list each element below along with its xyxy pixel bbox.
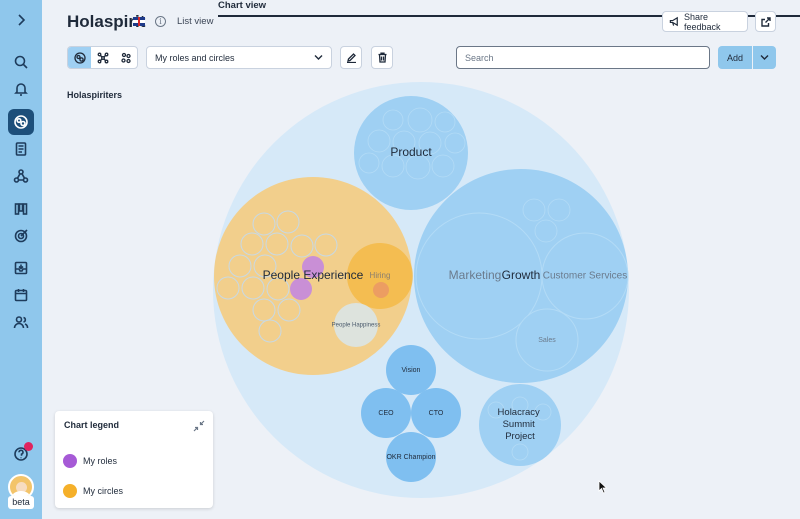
role-vision-label: Vision <box>402 367 421 374</box>
mouse-cursor-icon <box>598 480 608 494</box>
people-icon[interactable] <box>8 309 34 335</box>
legend-item-my-roles: My roles <box>63 454 117 468</box>
role-node[interactable] <box>240 232 264 256</box>
calendar-icon[interactable] <box>8 282 34 308</box>
chart-legend: Chart legend My roles My circles <box>55 411 213 508</box>
legend-item-my-circles: My circles <box>63 484 123 498</box>
target-icon[interactable] <box>8 223 34 249</box>
role-node[interactable] <box>314 233 338 257</box>
circle-hiring-label: Hiring <box>370 271 391 280</box>
info-icon[interactable]: i <box>155 16 166 27</box>
share-feedback-label: Share feedback <box>684 11 721 32</box>
tree-view-button[interactable] <box>91 47 114 68</box>
role-node[interactable] <box>431 154 455 178</box>
filter-dropdown[interactable]: My roles and circles <box>146 46 332 69</box>
chevron-down-icon <box>314 55 323 60</box>
bell-icon[interactable] <box>8 76 34 102</box>
collapse-legend-button[interactable] <box>193 419 205 432</box>
role-node[interactable] <box>434 111 456 133</box>
role-okr-champion-label: OKR Champion <box>386 454 435 461</box>
circle-customer-services-label: Customer Services <box>543 271 627 282</box>
notification-badge <box>24 442 33 451</box>
role-ceo-label: CEO <box>378 410 394 417</box>
role-node[interactable] <box>444 132 466 154</box>
role-node[interactable] <box>511 443 529 461</box>
chart-mode-switcher <box>67 46 138 69</box>
add-dropdown-button[interactable] <box>753 46 776 69</box>
role-node[interactable] <box>367 129 391 153</box>
legend-label: My circles <box>83 486 123 496</box>
edit-icon <box>346 53 356 63</box>
my-circles-swatch <box>63 484 77 498</box>
board-icon[interactable] <box>8 196 34 222</box>
role-node[interactable] <box>276 210 300 234</box>
sidebar: beta <box>0 0 42 519</box>
edit-filter-button[interactable] <box>340 46 362 69</box>
legend-label: My roles <box>83 456 118 466</box>
my-role-node[interactable] <box>373 282 389 298</box>
role-node[interactable] <box>534 219 558 243</box>
cluster-icon <box>120 52 131 63</box>
role-node[interactable] <box>522 198 546 222</box>
share-feedback-button[interactable]: Share feedback <box>662 11 748 32</box>
tab-list-view[interactable]: List view <box>177 16 213 27</box>
chart-view-icon[interactable] <box>8 109 34 135</box>
inbox-icon[interactable] <box>8 255 34 281</box>
role-node[interactable] <box>252 212 276 236</box>
uk-flag-icon <box>133 17 145 26</box>
role-node[interactable] <box>277 298 301 322</box>
role-node[interactable] <box>265 232 289 256</box>
role-node[interactable] <box>547 198 571 222</box>
trash-icon <box>378 52 386 63</box>
circle-sales-label: Sales <box>538 337 556 344</box>
circle-people-experience-label: People Experience <box>263 268 364 282</box>
document-icon[interactable] <box>8 136 34 162</box>
open-external-button[interactable] <box>755 11 776 32</box>
expand-sidebar-icon[interactable] <box>8 7 34 33</box>
megaphone-icon <box>669 16 678 27</box>
organization-name: Holaspiriters <box>67 90 123 100</box>
circle-growth-label: Growth <box>502 268 541 282</box>
circle-people-happiness-label: People Happiness <box>332 323 381 329</box>
search-input[interactable] <box>456 46 710 69</box>
filter-dropdown-value: My roles and circles <box>155 52 235 63</box>
role-cto-label: CTO <box>429 410 444 417</box>
role-node[interactable] <box>290 234 314 258</box>
my-roles-swatch <box>63 454 77 468</box>
network-view-button[interactable] <box>114 47 137 68</box>
search-icon[interactable] <box>8 49 34 75</box>
role-node[interactable] <box>407 107 433 133</box>
chart-legend-title: Chart legend <box>64 420 120 430</box>
role-node[interactable] <box>228 254 252 278</box>
network-icon[interactable] <box>8 163 34 189</box>
circle-product-label: Product <box>390 145 432 159</box>
collapse-icon <box>193 420 205 432</box>
role-node[interactable] <box>216 276 240 300</box>
role-node[interactable] <box>382 109 404 131</box>
chevron-down-icon <box>760 55 769 60</box>
role-node[interactable] <box>258 319 282 343</box>
beta-badge: beta <box>8 496 34 509</box>
role-node[interactable] <box>241 276 265 300</box>
circle-packing-view-button[interactable] <box>68 47 91 68</box>
external-link-icon <box>760 16 771 27</box>
delete-filter-button[interactable] <box>371 46 393 69</box>
circle-marketing-label: Marketing <box>449 268 502 282</box>
circles-icon <box>73 51 86 64</box>
role-node[interactable] <box>252 298 276 322</box>
tree-icon <box>97 52 108 63</box>
add-button[interactable]: Add <box>718 46 752 69</box>
role-node[interactable] <box>358 152 380 174</box>
